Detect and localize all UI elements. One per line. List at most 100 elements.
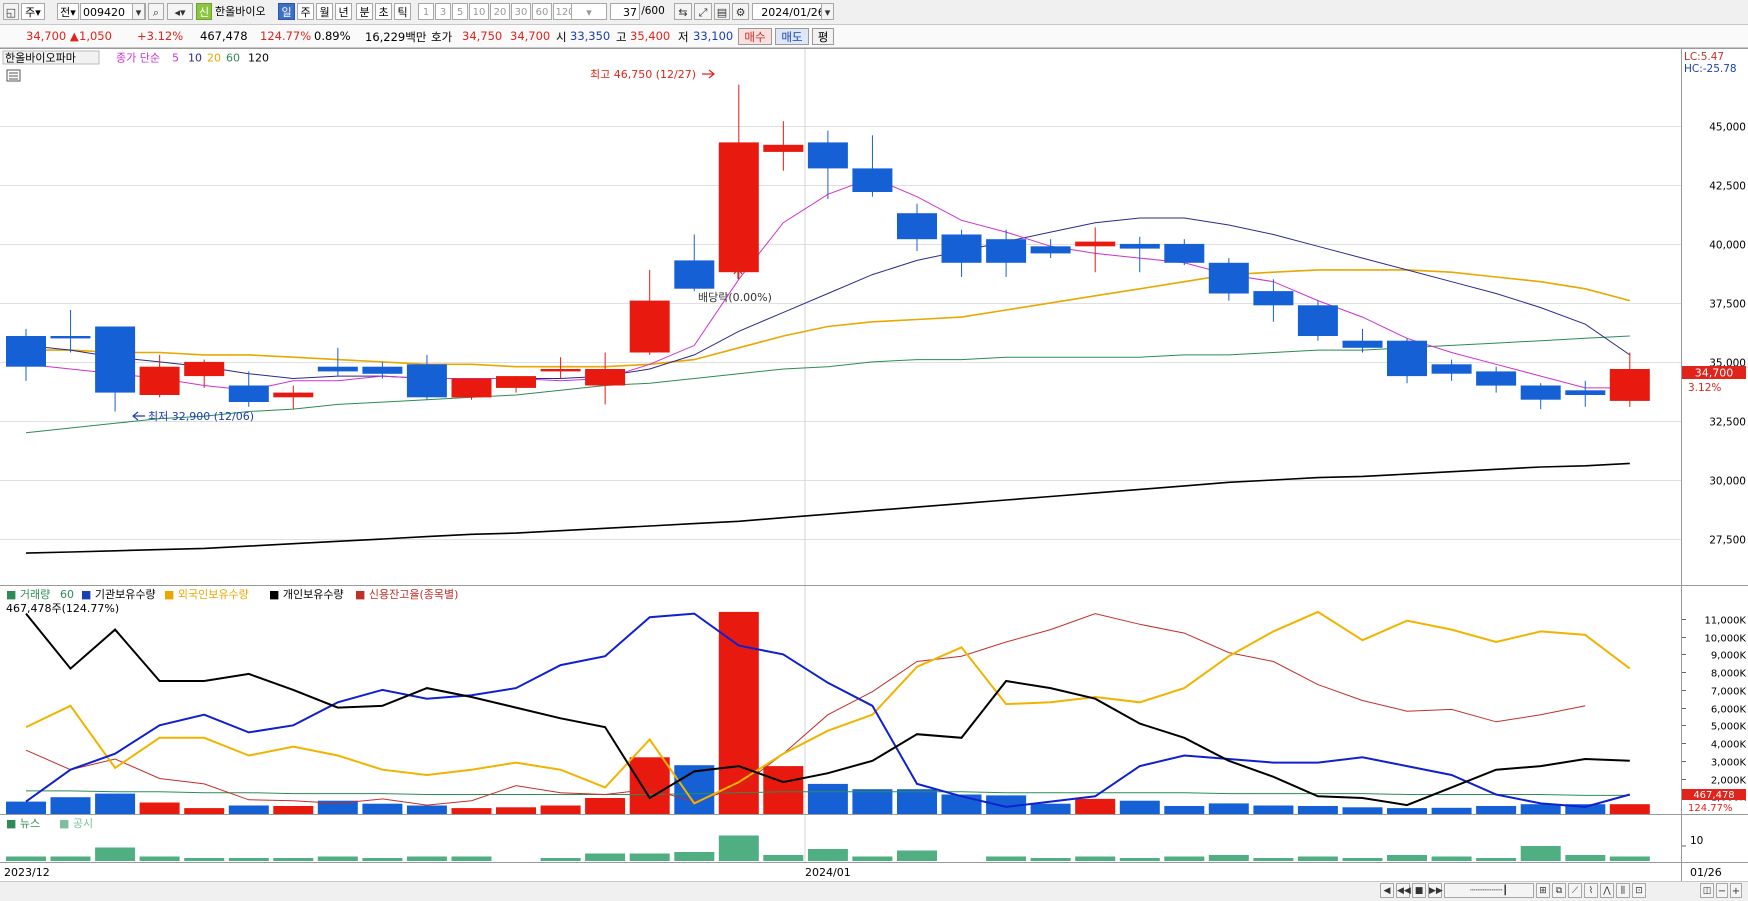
vol-legend-institution-text: 기관보유수량	[95, 588, 156, 601]
zoom-slider[interactable]: ┄┄┄┄┄┄┃	[1444, 883, 1534, 898]
candle-body	[986, 239, 1027, 263]
candle-body	[1119, 243, 1160, 249]
sell-button[interactable]: 매도	[775, 28, 809, 45]
price-tick-label: 45,000	[1709, 122, 1746, 134]
crosshair-icon[interactable]: ⊞	[1536, 883, 1550, 898]
high-annotation: 최고 46,750 (12/27)	[590, 68, 715, 81]
news-bar	[317, 856, 358, 861]
news-bar	[184, 858, 225, 861]
news-legend-news-text: 뉴스	[20, 817, 40, 830]
speaker-icon[interactable]: ◂▾	[167, 3, 193, 20]
news-bar	[1164, 856, 1205, 861]
candle-body	[50, 336, 91, 339]
fullscreen-icon[interactable]: ⤢	[694, 3, 712, 20]
period-day[interactable]: 일	[278, 3, 295, 20]
stop-icon[interactable]: ■	[1412, 883, 1426, 898]
type-select[interactable]: 전▾	[57, 3, 79, 20]
search-icon[interactable]: ⌕	[148, 3, 164, 20]
interval-custom-select[interactable]: ▾	[571, 3, 607, 20]
chevron-down-icon[interactable]: ▾	[132, 3, 145, 20]
period-week[interactable]: 주	[297, 3, 314, 20]
news-bar	[1431, 856, 1472, 861]
candle-body	[1342, 340, 1383, 348]
candle-body	[629, 300, 670, 353]
volume-bar	[807, 783, 848, 814]
candle-body	[897, 213, 937, 240]
candle-body	[1208, 262, 1249, 294]
chart-line-icon[interactable]: ⌇	[1584, 883, 1598, 898]
volume-bar	[629, 757, 670, 814]
turnover-rate: 0.89%	[314, 29, 351, 43]
interval-20[interactable]: 20	[490, 3, 510, 20]
market-select[interactable]: 주▾	[21, 3, 45, 20]
vol-legend-credit-text: 신용잔고율(종목별)	[369, 588, 459, 601]
candle	[1297, 300, 1338, 341]
volume-bar	[184, 808, 225, 814]
period-minute[interactable]: 분	[356, 3, 373, 20]
volume-bar	[763, 766, 804, 814]
news-bar	[585, 853, 626, 861]
mountain-icon[interactable]: ⋀	[1600, 883, 1614, 898]
bars-icon[interactable]: ⫼	[1616, 883, 1630, 898]
interval-10[interactable]: 10	[469, 3, 489, 20]
save-icon[interactable]: ▤	[714, 3, 730, 20]
volume-bar	[362, 803, 403, 814]
candle-body	[1476, 371, 1517, 386]
interval-60[interactable]: 60	[532, 3, 552, 20]
volume-tick-label: 3,000K	[1711, 758, 1747, 769]
news-bar	[763, 855, 804, 861]
rewind-icon[interactable]: ◀◀	[1396, 883, 1411, 898]
trend-icon[interactable]: ⟋	[1568, 883, 1582, 898]
interval-1[interactable]: 1	[418, 3, 434, 20]
volume-bar	[1342, 807, 1383, 814]
stock-chart[interactable]: 한올바이오파마 종가 단순 5 10 20 60 120 LC:5.47 HC:…	[0, 48, 1748, 881]
news-bar	[1476, 858, 1517, 861]
scroll-left-icon[interactable]: ◀	[1380, 883, 1394, 898]
volume-bar	[50, 797, 91, 814]
volume-tick-label: 9,000K	[1711, 651, 1747, 662]
buy-button[interactable]: 매수	[738, 28, 772, 45]
interval-5[interactable]: 5	[452, 3, 468, 20]
volume-bar	[496, 807, 536, 814]
price-legend-ma-label: 종가 단순	[116, 52, 160, 65]
period-month[interactable]: 월	[316, 3, 333, 20]
volume-bar	[540, 805, 581, 814]
x-label-jan: 2024/01	[805, 866, 851, 879]
volume-bar	[1119, 800, 1160, 814]
zoom-out-icon[interactable]: −	[1716, 883, 1728, 898]
interval-3[interactable]: 3	[435, 3, 451, 20]
fit-icon[interactable]: ⊡	[1632, 883, 1646, 898]
credit-badge: 신	[196, 3, 212, 20]
eval-button[interactable]: 평	[812, 28, 834, 45]
news-bar	[1520, 846, 1561, 861]
volume-bar	[1609, 804, 1650, 814]
stock-name: 한올바이오	[215, 5, 266, 18]
interval-30[interactable]: 30	[511, 3, 531, 20]
count-input[interactable]: 37	[610, 3, 640, 20]
candle-body	[406, 364, 447, 398]
news-bar	[852, 856, 893, 861]
gear-icon[interactable]: ⚙	[732, 3, 749, 20]
volume-bar	[585, 798, 626, 814]
fast-forward-icon[interactable]: ▶▶	[1428, 883, 1443, 898]
price-legend-ma20: 20	[207, 52, 221, 65]
volume-tick-label: 7,000K	[1711, 687, 1747, 698]
zoom-in-icon[interactable]: +	[1730, 883, 1742, 898]
low-annotation: 최저 32,900 (12/06)	[132, 410, 254, 423]
candle-body	[95, 326, 136, 393]
calendar-dropdown-icon[interactable]: ▾	[821, 3, 834, 20]
volume-bar	[852, 789, 893, 814]
candle-body	[1253, 291, 1294, 306]
volume-bar	[1476, 806, 1517, 814]
news-bar	[897, 850, 937, 861]
period-second[interactable]: 초	[375, 3, 392, 20]
news-bar	[718, 835, 759, 861]
view-icon[interactable]: ◫	[1700, 883, 1714, 898]
overlay-icon[interactable]: ⧉	[1552, 883, 1566, 898]
period-tick[interactable]: 틱	[394, 3, 411, 20]
price-tick-label: 40,000	[1709, 240, 1746, 252]
sync-icon[interactable]: ⇆	[674, 3, 692, 20]
hc-label: HC:-25.78	[1684, 63, 1737, 75]
layout-icon[interactable]: ◱	[3, 3, 19, 20]
period-year[interactable]: 년	[335, 3, 352, 20]
